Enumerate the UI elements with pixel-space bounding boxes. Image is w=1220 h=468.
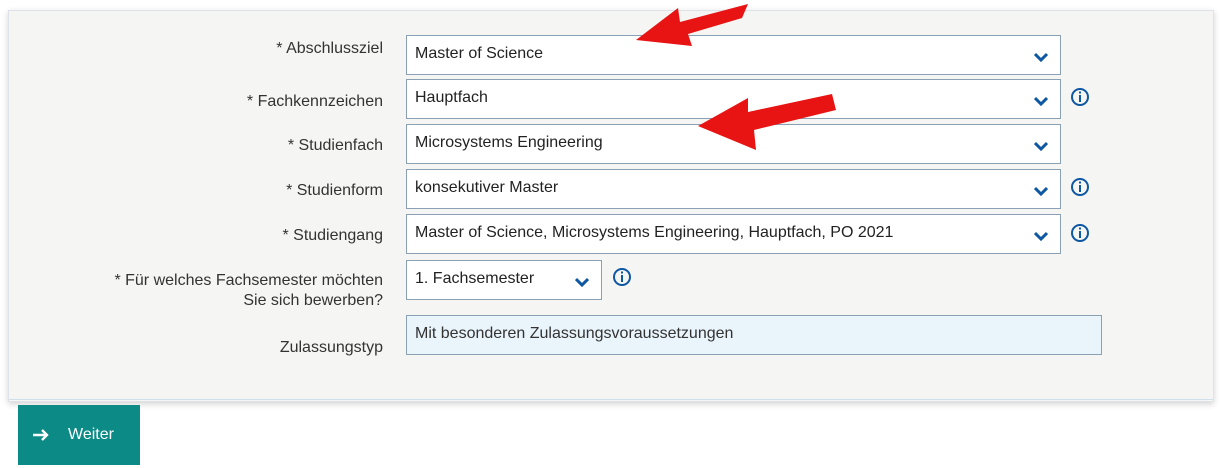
studienform-label: * Studienform bbox=[286, 182, 383, 199]
fachkennzeichen-label: * Fachkennzeichen bbox=[246, 93, 383, 110]
fachsemester-value: 1. Fachsemester bbox=[415, 270, 535, 287]
studiengang-label: * Studiengang bbox=[282, 227, 383, 244]
studienform-value: konsekutiver Master bbox=[415, 179, 559, 196]
studienfach-label: * Studienfach bbox=[287, 137, 383, 154]
chevron-down-icon bbox=[1034, 141, 1048, 152]
chevron-down-icon bbox=[1034, 96, 1048, 107]
info-circle-icon[interactable] bbox=[1070, 177, 1090, 197]
form-panel: * Abschlussziel Master of Science * Fach… bbox=[9, 11, 1213, 400]
info-circle-icon[interactable] bbox=[1070, 87, 1090, 107]
weiter-label: Weiter bbox=[68, 426, 114, 443]
chevron-down-icon bbox=[575, 277, 589, 288]
info-circle-icon[interactable] bbox=[612, 267, 632, 287]
fachsemester-label: * Für welches Fachsemester möchten Sie s… bbox=[114, 271, 383, 311]
form-frame: * Abschlussziel Master of Science * Fach… bbox=[8, 10, 1214, 402]
arrow-right-icon bbox=[33, 429, 49, 441]
abschlussziel-value: Master of Science bbox=[415, 45, 544, 62]
fachsemester-select[interactable]: 1. Fachsemester bbox=[406, 260, 602, 300]
fachsemester-label-line1: * Für welches Fachsemester möchten bbox=[114, 272, 383, 289]
chevron-down-icon bbox=[1034, 231, 1048, 242]
fachkennzeichen-value: Hauptfach bbox=[415, 89, 488, 106]
red-annotation-arrow-icon bbox=[698, 94, 836, 150]
zulassungstyp-field: Mit besonderen Zulassungsvoraussetzungen bbox=[406, 315, 1102, 355]
studienform-select[interactable]: konsekutiver Master bbox=[406, 169, 1061, 209]
studiengang-value: Master of Science, Microsystems Engineer… bbox=[415, 224, 894, 241]
studiengang-select[interactable]: Master of Science, Microsystems Engineer… bbox=[406, 214, 1061, 254]
zulassungstyp-label: Zulassungstyp bbox=[279, 339, 383, 356]
red-annotation-arrow-icon bbox=[636, 4, 748, 46]
zulassungstyp-value: Mit besonderen Zulassungsvoraussetzungen bbox=[415, 325, 734, 342]
studienfach-value: Microsystems Engineering bbox=[415, 134, 603, 151]
fachsemester-label-line2: Sie sich bewerben? bbox=[243, 292, 383, 309]
chevron-down-icon bbox=[1034, 186, 1048, 197]
weiter-button[interactable]: Weiter bbox=[18, 405, 140, 465]
info-circle-icon[interactable] bbox=[1070, 223, 1090, 243]
chevron-down-icon bbox=[1034, 52, 1048, 63]
abschlussziel-label: * Abschlussziel bbox=[276, 40, 383, 57]
